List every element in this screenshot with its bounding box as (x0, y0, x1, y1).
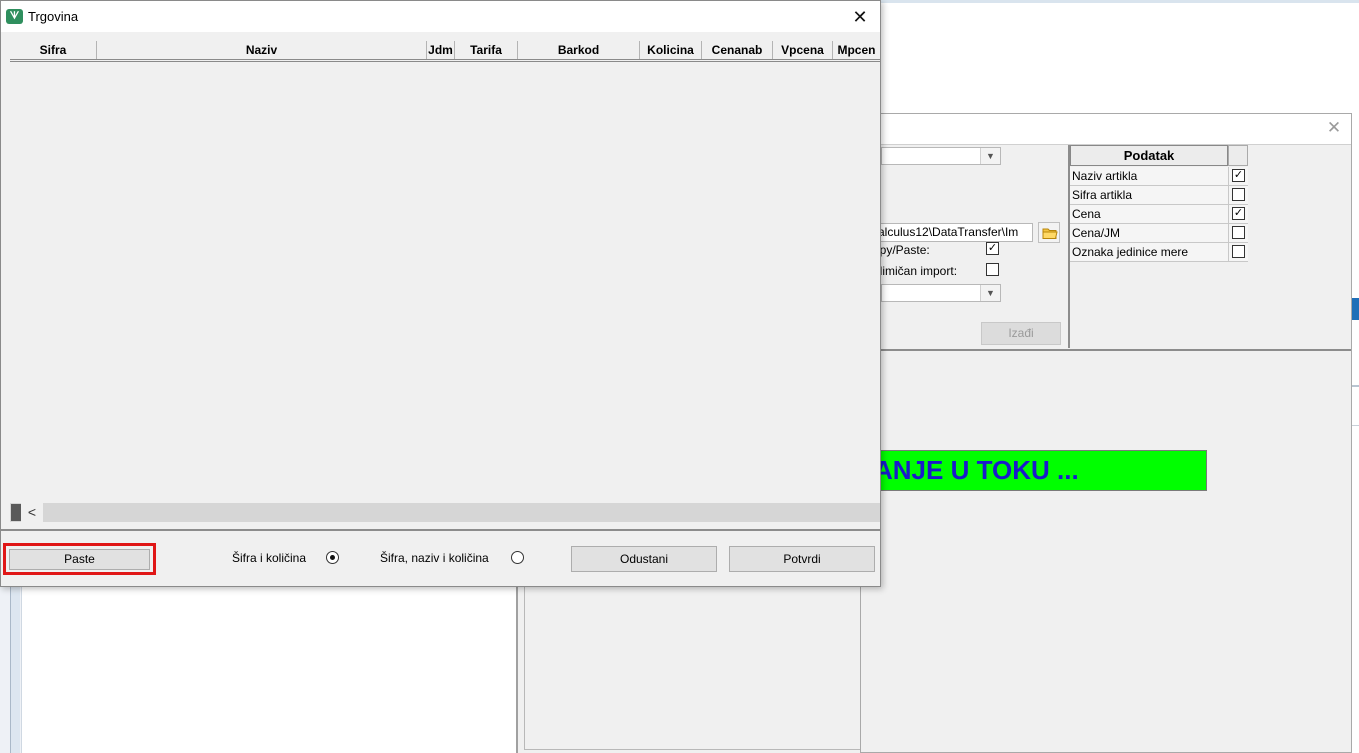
grid-header: Sifra Naziv Jdm Tarifa Barkod Kolicina C… (10, 41, 880, 62)
chevron-down-icon: ▼ (980, 148, 1000, 164)
radio-sifra-naziv-kolicina[interactable] (511, 551, 524, 564)
field-checkbox[interactable] (1232, 188, 1245, 201)
fields-table-header: Podatak (1070, 145, 1228, 166)
partial-import-checkbox[interactable] (986, 263, 999, 276)
column-header-cenanab[interactable]: Cenanab (702, 41, 773, 59)
field-label: Cena (1072, 207, 1101, 221)
field-label: Cena/JM (1072, 226, 1121, 240)
import-progress-banner: ANJE U TOKU ... (863, 450, 1207, 491)
background-left-strip (10, 585, 20, 753)
partial-import-option-label: elimičan import: (873, 264, 958, 278)
footer-divider (1, 529, 880, 531)
field-row[interactable]: Oznaka jedinice mere (1070, 243, 1248, 262)
column-header-barkod[interactable]: Barkod (518, 41, 640, 59)
field-label: Naziv artikla (1072, 169, 1138, 183)
app-logo-icon: ᗐ (6, 9, 23, 24)
field-checkbox[interactable] (1232, 245, 1245, 258)
column-header-jdm[interactable]: Jdm (427, 41, 455, 59)
file-path-input[interactable]: alculus12\DataTransfer\Im (873, 223, 1033, 242)
field-row[interactable]: Naziv artikla ✓ (1070, 167, 1248, 186)
column-header-mpcena[interactable]: Mpcen (833, 41, 880, 59)
import-dialog: ✕ ▼ alculus12\DataTransfer\Im opy/Paste:… (860, 113, 1352, 753)
scrollbar-thumb[interactable] (11, 504, 21, 521)
field-checkbox[interactable] (1232, 226, 1245, 239)
format-select[interactable]: ▼ (881, 147, 1001, 165)
field-checkbox[interactable]: ✓ (1232, 207, 1245, 220)
cancel-button[interactable]: Odustani (571, 546, 717, 572)
chevron-down-icon: ▼ (980, 285, 1000, 301)
column-header-vpcena[interactable]: Vpcena (773, 41, 833, 59)
exit-button[interactable]: Izađi (981, 322, 1061, 345)
folder-icon (1042, 228, 1058, 239)
import-dialog-titlebar: ✕ (861, 114, 1351, 144)
trgovina-titlebar: ᗐ Trgovina ✕ (1, 1, 880, 32)
background-window-edge (880, 0, 1359, 3)
confirm-button[interactable]: Potvrdi (729, 546, 875, 572)
field-label: Oznaka jedinice mere (1072, 245, 1189, 259)
trgovina-dialog: ᗐ Trgovina ✕ Sifra Naziv Jdm Tarifa Bark… (0, 0, 881, 587)
copy-paste-checkbox[interactable]: ✓ (986, 242, 999, 255)
close-icon[interactable]: ✕ (850, 7, 870, 27)
column-header-sifra[interactable]: Sifra (10, 41, 97, 59)
mode-select[interactable]: ▼ (881, 284, 1001, 302)
field-label: Sifra artikla (1072, 188, 1133, 202)
items-grid[interactable]: Sifra Naziv Jdm Tarifa Barkod Kolicina C… (10, 41, 880, 523)
browse-folder-button[interactable] (1038, 222, 1060, 243)
radio-label-sifra-naziv-kolicina: Šifra, naziv i količina (380, 551, 489, 565)
field-checkbox[interactable]: ✓ (1232, 169, 1245, 182)
field-row[interactable]: Cena ✓ (1070, 205, 1248, 224)
column-header-naziv[interactable]: Naziv (97, 41, 427, 59)
field-row[interactable]: Cena/JM (1070, 224, 1248, 243)
column-header-kolicina[interactable]: Kolicina (640, 41, 702, 59)
paste-highlight: Paste (3, 543, 156, 575)
field-row[interactable]: Sifra artikla (1070, 186, 1248, 205)
background-selection-edge (1352, 298, 1359, 320)
scroll-left-icon[interactable]: < (21, 503, 43, 522)
copy-paste-option-label: opy/Paste: (873, 243, 930, 257)
radio-sifra-kolicina[interactable] (326, 551, 339, 564)
horizontal-scrollbar[interactable]: < (10, 503, 880, 522)
window-title: Trgovina (28, 9, 79, 24)
fields-table-header-check (1228, 145, 1248, 166)
close-icon[interactable]: ✕ (1325, 119, 1343, 137)
column-header-tarifa[interactable]: Tarifa (455, 41, 518, 59)
paste-button[interactable]: Paste (9, 549, 150, 570)
radio-label-sifra-kolicina: Šifra i količina (232, 551, 307, 565)
import-settings-panel: ▼ alculus12\DataTransfer\Im opy/Paste: ✓… (861, 144, 1351, 351)
